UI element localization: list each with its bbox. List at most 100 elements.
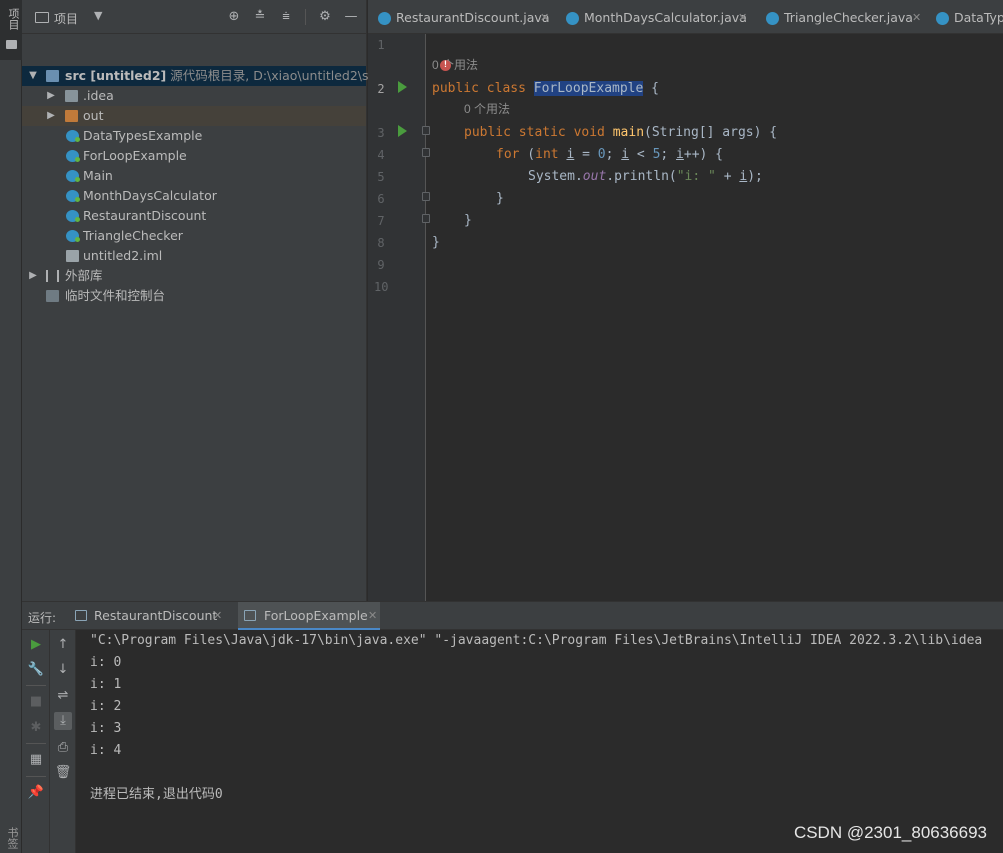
- fold-marker-icon[interactable]: [422, 214, 430, 223]
- print-icon[interactable]: ⎙: [54, 739, 72, 757]
- tree-item-scratches[interactable]: 临时文件和控制台: [22, 286, 366, 306]
- tree-item-main[interactable]: Main: [22, 166, 366, 186]
- toolbar-divider: [26, 776, 46, 777]
- chevron-right-icon[interactable]: ▶: [46, 106, 56, 126]
- class-name: ForLoopExample: [533, 81, 644, 96]
- locate-icon[interactable]: ⊕: [225, 8, 243, 26]
- chevron-right-icon[interactable]: ▶: [46, 86, 56, 106]
- code-text: .println(: [606, 169, 677, 184]
- pin-icon[interactable]: 📌: [27, 784, 45, 802]
- bookmarks-tab[interactable]: 书签: [4, 827, 20, 849]
- code-line-4: for (int i = 0; i < 5; i++) {: [496, 144, 723, 166]
- library-icon: [46, 270, 59, 282]
- line-number: 4: [377, 148, 385, 162]
- code-text: );: [747, 169, 763, 184]
- debug-icon[interactable]: ✱: [27, 719, 45, 737]
- run-tab-restaurantdiscount[interactable]: RestaurantDiscount ✕: [75, 602, 225, 630]
- console-line: "C:\Program Files\Java\jdk-17\bin\java.e…: [90, 633, 983, 648]
- code-text: =: [574, 147, 598, 162]
- tree-item-label: out: [83, 108, 104, 123]
- run-toolbar-secondary: ↑ ↓ ⇌ ⤓ ⎙ 🗑: [50, 630, 76, 853]
- code-area[interactable]: 0 个用法 ! public class ForLoopExample { 0 …: [432, 34, 1003, 601]
- fold-marker-icon[interactable]: [422, 148, 430, 157]
- tree-item-out[interactable]: ▶ out: [22, 106, 366, 126]
- close-icon[interactable]: ✕: [912, 0, 921, 33]
- close-icon[interactable]: ✕: [540, 0, 549, 33]
- project-panel-title[interactable]: 项目: [54, 10, 78, 27]
- line-number: 8: [377, 236, 385, 250]
- tree-item-src[interactable]: ▼ src [untitled2] 源代码根目录, D:\xiao\untitl…: [22, 66, 380, 86]
- code-line-7: }: [464, 213, 472, 228]
- tree-item-idea[interactable]: ▶ .idea: [22, 86, 366, 106]
- java-class-icon: [66, 130, 80, 142]
- java-class-icon: [66, 170, 80, 182]
- hide-icon[interactable]: —: [342, 8, 360, 26]
- tab-datatypes[interactable]: DataTyp: [936, 0, 1003, 33]
- project-panel: 项目 ▼ ⊕ ≛ ⩧ ⚙ — ▼ src [untitled2] 源代码根目录,…: [22, 0, 380, 601]
- java-class-icon: [66, 190, 80, 202]
- chevron-down-icon[interactable]: ▼: [94, 9, 102, 22]
- tab-monthdayscalculator[interactable]: MonthDaysCalculator.java ✕: [566, 0, 754, 33]
- collapse-all-icon[interactable]: ⩧: [277, 8, 295, 26]
- method-name: main: [612, 125, 645, 140]
- run-class-icon[interactable]: [398, 81, 407, 93]
- usage-hint[interactable]: 0 个用法: [464, 100, 510, 117]
- wrench-icon[interactable]: 🔧: [27, 661, 45, 679]
- java-class-icon: [66, 210, 80, 222]
- code-editor: RestaurantDiscount.java ✕ MonthDaysCalcu…: [368, 0, 1003, 601]
- tree-item-external-libraries[interactable]: ▶ 外部库: [22, 266, 366, 286]
- chevron-right-icon[interactable]: ▶: [28, 266, 38, 286]
- code-line-6: }: [496, 191, 504, 206]
- console-output[interactable]: "C:\Program Files\Java\jdk-17\bin\java.e…: [90, 630, 1003, 853]
- java-class-icon: [378, 12, 391, 25]
- chevron-down-icon[interactable]: ▼: [28, 66, 38, 86]
- left-tool-stripe: 项目 书签: [0, 0, 22, 853]
- close-icon[interactable]: ✕: [368, 602, 377, 630]
- tree-item-forloopexample[interactable]: ForLoopExample: [22, 146, 366, 166]
- expand-all-icon[interactable]: ≛: [251, 8, 269, 26]
- tab-label: RestaurantDiscount.java: [396, 10, 550, 25]
- run-tool-window: 运行: RestaurantDiscount ✕ ForLoopExample …: [22, 601, 1003, 853]
- project-panel-header: 项目 ▼ ⊕ ≛ ⩧ ⚙ —: [22, 0, 366, 34]
- arrow-up-icon[interactable]: ↑: [54, 636, 72, 654]
- project-tool-window-tab[interactable]: 项目: [0, 0, 22, 60]
- soft-wrap-icon[interactable]: ⇌: [54, 687, 72, 705]
- keyword: public static void: [464, 125, 613, 140]
- fold-marker-icon[interactable]: [422, 126, 430, 135]
- tree-item-restaurantdiscount[interactable]: RestaurantDiscount: [22, 206, 366, 226]
- usage-hint[interactable]: 0 个用法: [432, 56, 478, 73]
- tree-item-iml[interactable]: untitled2.iml: [22, 246, 366, 266]
- rerun-icon[interactable]: ▶: [27, 636, 45, 654]
- code-text: +: [715, 169, 740, 184]
- code-text: (: [519, 147, 536, 162]
- folder-icon: [65, 90, 78, 102]
- tree-item-trianglechecker[interactable]: TriangleChecker: [22, 226, 366, 246]
- trash-icon[interactable]: 🗑: [54, 764, 72, 782]
- code-line-2: public class ForLoopExample {: [432, 78, 659, 100]
- java-class-icon: [66, 230, 80, 242]
- console-icon: [75, 610, 87, 621]
- warning-icon[interactable]: !: [440, 60, 451, 71]
- editor-tabs-bar: RestaurantDiscount.java ✕ MonthDaysCalcu…: [368, 0, 1003, 34]
- tree-item-monthdayscalculator[interactable]: MonthDaysCalculator: [22, 186, 366, 206]
- tab-trianglechecker[interactable]: TriangleChecker.java ✕: [766, 0, 926, 33]
- folder-icon: [6, 40, 17, 49]
- arrow-down-icon[interactable]: ↓: [54, 661, 72, 679]
- gear-icon[interactable]: ⚙: [316, 8, 334, 26]
- close-icon[interactable]: ✕: [213, 602, 222, 630]
- tab-restaurantdiscount[interactable]: RestaurantDiscount.java ✕: [378, 0, 556, 33]
- fold-marker-icon[interactable]: [422, 192, 430, 201]
- line-number: 10: [374, 280, 389, 294]
- variable: i: [676, 147, 684, 162]
- run-main-icon[interactable]: [398, 125, 407, 137]
- scroll-to-end-icon[interactable]: ⤓: [54, 712, 72, 730]
- close-icon[interactable]: ✕: [738, 0, 747, 33]
- tree-item-datatypesexample[interactable]: DataTypesExample: [22, 126, 366, 146]
- stop-icon[interactable]: ■: [27, 693, 45, 711]
- project-tab-label: 项目: [7, 8, 20, 30]
- toolbar-divider: [26, 685, 46, 686]
- layout-icon[interactable]: ▦: [27, 751, 45, 769]
- code-text: ;: [660, 147, 677, 162]
- run-label: 运行:: [28, 611, 57, 625]
- run-tab-forloopexample[interactable]: ForLoopExample ✕: [238, 602, 380, 630]
